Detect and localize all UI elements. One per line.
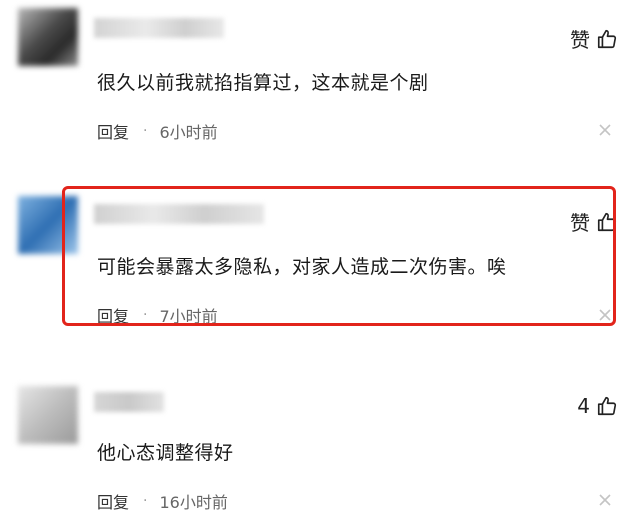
username[interactable] (94, 204, 264, 224)
comment-meta: 回复 · 16小时前 (97, 489, 228, 513)
comment-meta: 回复 · 7小时前 (97, 303, 218, 327)
timestamp: 6小时前 (159, 123, 218, 142)
like-button[interactable]: 赞 (570, 207, 618, 236)
separator: · (143, 307, 148, 323)
avatar[interactable] (18, 8, 78, 66)
timestamp: 16小时前 (159, 493, 228, 512)
close-icon[interactable] (598, 308, 612, 322)
username[interactable] (94, 18, 224, 38)
avatar[interactable] (18, 196, 78, 254)
comment-text: 很久以前我就掐指算过，这本就是个剧 (97, 72, 429, 94)
comment-text: 他心态调整得好 (97, 442, 234, 464)
like-button[interactable]: 4 (577, 394, 618, 418)
thumbs-up-icon (597, 29, 617, 48)
timestamp: 7小时前 (159, 307, 218, 326)
comment-item: 赞 很久以前我就掐指算过，这本就是个剧 回复 · 6小时前 (0, 0, 640, 160)
comment-item: 4 他心态调整得好 回复 · 16小时前 (0, 330, 640, 520)
reply-button[interactable]: 回复 (97, 489, 129, 513)
like-count: 赞 (570, 28, 590, 52)
thumbs-up-icon (597, 396, 617, 416)
comment-meta: 回复 · 6小时前 (97, 119, 218, 143)
close-icon[interactable] (598, 123, 612, 137)
like-button[interactable]: 赞 (570, 24, 618, 53)
separator: · (143, 123, 148, 139)
avatar[interactable] (18, 386, 78, 444)
like-count: 赞 (570, 211, 590, 235)
reply-button[interactable]: 回复 (97, 303, 129, 327)
thumbs-up-icon (597, 212, 617, 231)
close-icon[interactable] (598, 493, 612, 507)
like-count: 4 (577, 394, 590, 418)
comment-text: 可能会暴露太多隐私，对家人造成二次伤害。唉 (97, 256, 507, 278)
separator: · (143, 493, 148, 509)
username[interactable] (94, 392, 164, 412)
reply-button[interactable]: 回复 (97, 119, 129, 143)
comment-item: 赞 可能会暴露太多隐私，对家人造成二次伤害。唉 回复 · 7小时前 (0, 160, 640, 330)
